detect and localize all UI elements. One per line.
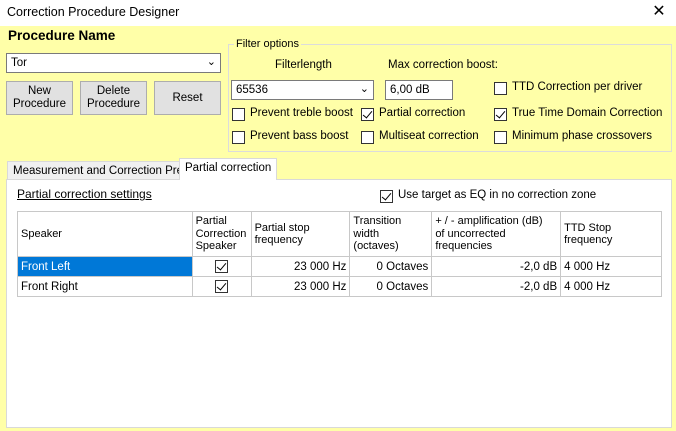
use-target-checkbox[interactable] [380, 190, 393, 203]
new-procedure-label-2: Procedure [12, 98, 67, 110]
speaker-cell[interactable]: Front Left [17, 256, 193, 277]
speaker-cell[interactable]: Front Right [17, 276, 193, 297]
partial-correction-checkbox[interactable] [361, 108, 374, 121]
filterlength-select[interactable]: 65536 ⌄ [231, 80, 374, 100]
partial-settings-heading: Partial correction settings [17, 187, 152, 201]
ttd-stop-cell[interactable]: 4 000 Hz [560, 276, 662, 297]
filterlength-label: Filterlength [275, 59, 332, 71]
ttd-per-driver-label: TTD Correction per driver [512, 81, 643, 93]
transition-cell[interactable]: 0 Octaves [349, 276, 433, 297]
column-partial-speaker-l1: Partial [195, 215, 227, 228]
column-partial-speaker-l2: Correction [195, 227, 247, 240]
prevent-treble-checkbox[interactable] [232, 108, 245, 121]
partial-speaker-checkbox[interactable] [215, 280, 229, 293]
transition-cell[interactable]: 0 Octaves [349, 256, 433, 277]
column-amp-l2: of uncorrected [435, 227, 506, 240]
ttd-stop-cell[interactable]: 4 000 Hz [560, 256, 662, 277]
partial-correction-table: Speaker Partial Correction Speaker Parti… [17, 211, 662, 297]
max-boost-value: 6,00 dB [390, 84, 430, 96]
chevron-down-icon: ⌄ [359, 83, 369, 95]
prevent-bass-label: Prevent bass boost [250, 130, 349, 142]
chevron-down-icon: ⌄ [206, 56, 216, 68]
column-amplification[interactable]: + / - amplification (dB) of uncorrected … [431, 211, 562, 257]
min-phase-label: Minimum phase crossovers [512, 130, 652, 142]
column-transition-l1: Transition [353, 215, 402, 228]
new-procedure-label-1: New [27, 85, 51, 97]
column-transition-l3: (octaves) [353, 240, 399, 253]
column-stop-frequency[interactable]: Partial stop frequency [250, 211, 351, 257]
filterlength-value: 65536 [236, 84, 268, 96]
stop-frequency-cell[interactable]: 23 000 Hz [250, 256, 351, 277]
close-icon[interactable]: ✕ [648, 1, 670, 23]
tab-partial-correction-label: Partial correction [185, 162, 272, 174]
multiseat-checkbox[interactable] [361, 131, 374, 144]
column-transition-l2: width [353, 227, 380, 240]
amplification-cell[interactable]: -2,0 dB [431, 256, 562, 277]
amplification-cell[interactable]: -2,0 dB [431, 276, 562, 297]
filter-options-title: Filter options [234, 38, 301, 50]
procedure-select-value: Tor [11, 57, 27, 69]
true-time-domain-label: True Time Domain Correction [512, 107, 663, 119]
reset-label: Reset [172, 91, 203, 104]
column-amp-l1: + / - amplification (dB) [435, 215, 543, 228]
delete-procedure-label-2: Procedure [86, 98, 141, 110]
true-time-domain-checkbox[interactable] [494, 108, 507, 121]
prevent-bass-checkbox[interactable] [232, 131, 245, 144]
partial-speaker-cell[interactable] [191, 256, 252, 277]
column-amp-l3: frequencies [435, 240, 493, 253]
window-title: Correction Procedure Designer [7, 5, 180, 19]
column-speaker[interactable]: Speaker [17, 211, 193, 257]
title-bar: Correction Procedure Designer ✕ [0, 0, 676, 26]
partial-speaker-cell[interactable] [191, 276, 252, 297]
column-transition-width[interactable]: Transition width (octaves) [349, 211, 433, 257]
new-procedure-button[interactable]: New Procedure [6, 81, 73, 115]
column-stop-freq-l1: Partial stop [254, 221, 310, 234]
reset-button[interactable]: Reset [154, 81, 221, 115]
column-partial-speaker-l3: Speaker [195, 240, 237, 253]
procedure-select[interactable]: Tor ⌄ [6, 53, 221, 73]
column-ttd-l1: TTD Stop [564, 221, 612, 234]
use-target-label: Use target as EQ in no correction zone [398, 189, 597, 201]
delete-procedure-button[interactable]: Delete Procedure [80, 81, 147, 115]
partial-correction-label: Partial correction [379, 107, 466, 119]
max-boost-label: Max correction boost: [388, 59, 498, 71]
column-ttd-l2: frequency [564, 234, 613, 246]
delete-procedure-label-1: Delete [96, 85, 131, 97]
stop-frequency-cell[interactable]: 23 000 Hz [250, 276, 351, 297]
partial-speaker-checkbox[interactable] [215, 260, 229, 273]
multiseat-label: Multiseat correction [379, 130, 479, 142]
column-partial-speaker[interactable]: Partial Correction Speaker [191, 211, 252, 257]
tab-partial-correction[interactable]: Partial correction [179, 158, 278, 180]
column-stop-freq-l2: frequency [254, 234, 303, 246]
min-phase-checkbox[interactable] [494, 131, 507, 144]
ttd-per-driver-checkbox[interactable] [494, 82, 507, 95]
column-ttd-stop[interactable]: TTD Stop frequency [560, 211, 662, 257]
table-header-row: Speaker Partial Correction Speaker Parti… [17, 211, 662, 257]
max-boost-input[interactable]: 6,00 dB [385, 80, 453, 100]
column-speaker-label: Speaker [21, 227, 62, 240]
prevent-treble-label: Prevent treble boost [250, 107, 353, 119]
tab-measurement-prep-label: Measurement and Correction Prep [13, 165, 190, 177]
table-row[interactable]: Front Right 23 000 Hz 0 Octaves -2,0 dB … [17, 276, 662, 297]
procedure-name-label: Procedure Name [8, 28, 116, 43]
table-row[interactable]: Front Left 23 000 Hz 0 Octaves -2,0 dB 4… [17, 256, 662, 277]
tab-measurement-prep[interactable]: Measurement and Correction Prep [7, 161, 196, 180]
